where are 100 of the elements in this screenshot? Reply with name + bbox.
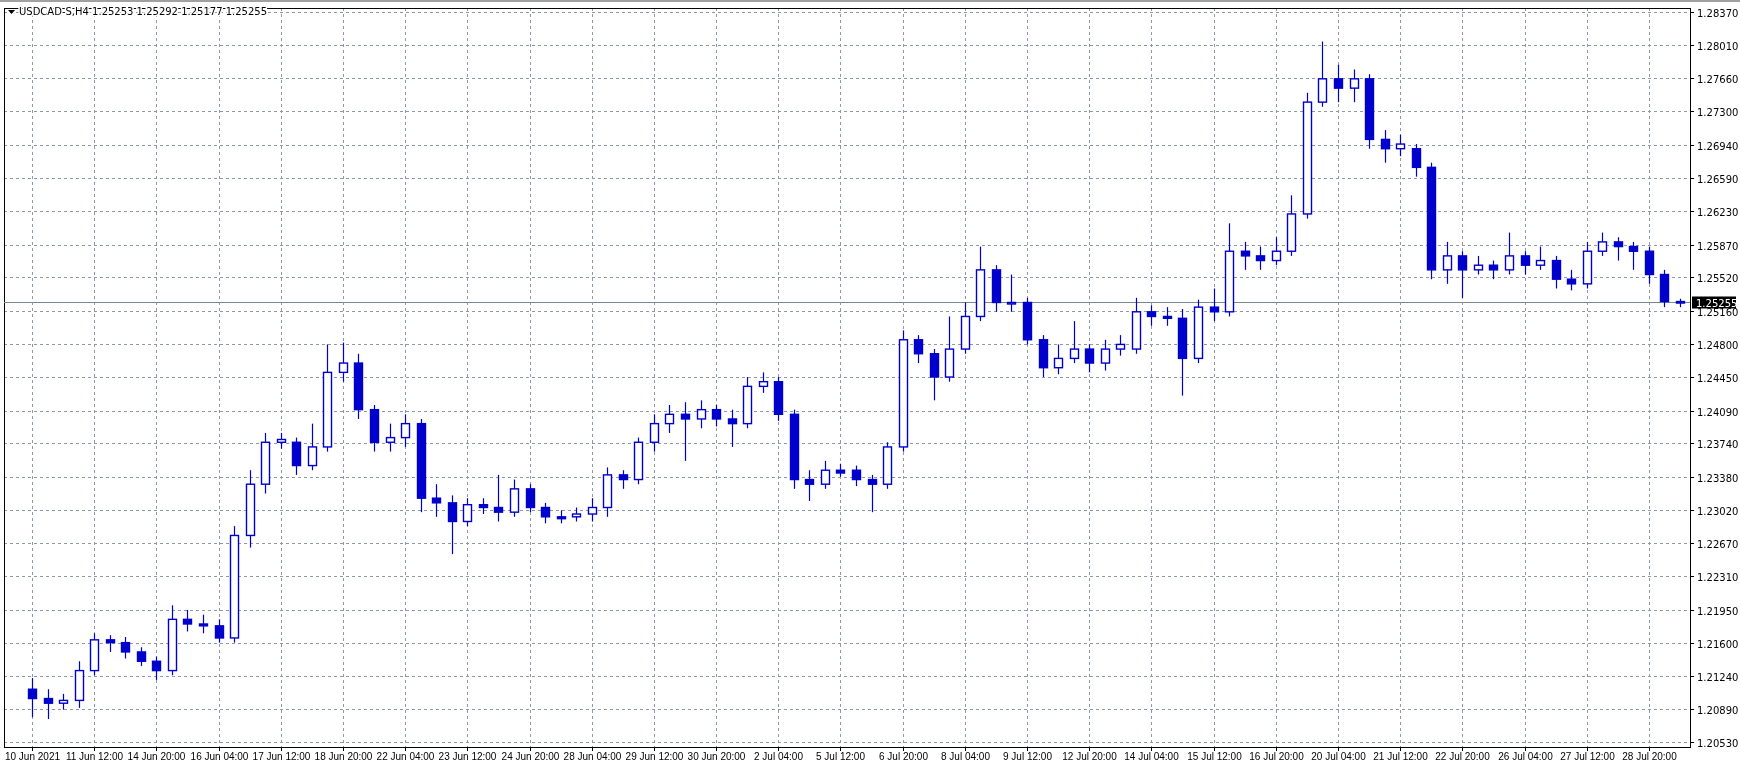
candlestick — [1380, 129, 1391, 164]
candlestick — [1209, 287, 1220, 322]
axis-label: 12 Jul 20:00 — [1062, 751, 1117, 762]
candlestick — [74, 660, 85, 709]
candlestick — [1659, 269, 1670, 308]
axis-label: 18 Jun 20:00 — [314, 751, 373, 762]
axis-label: 1.23020 — [1697, 505, 1739, 517]
candlestick — [198, 614, 209, 634]
candlestick — [369, 404, 380, 453]
candlestick — [711, 404, 722, 428]
candlestick — [525, 483, 536, 513]
axis-label: 1.25160 — [1697, 306, 1739, 318]
candlestick — [602, 466, 613, 518]
candlestick — [1395, 134, 1406, 157]
axis-label: 1.21950 — [1697, 605, 1739, 617]
candlestick — [58, 693, 69, 711]
candlestick — [556, 509, 567, 524]
candlestick — [1022, 297, 1033, 346]
axis-label: 16 Jul 20:00 — [1249, 751, 1304, 762]
axis-label: 1.23380 — [1697, 472, 1739, 484]
axis-label: 23 Jun 12:00 — [438, 751, 497, 762]
candlestick — [27, 677, 38, 718]
candlestick — [1582, 241, 1593, 290]
candlestick — [1551, 255, 1562, 290]
candlestick — [727, 409, 738, 448]
axis-label: 1.23740 — [1697, 438, 1739, 450]
candlestick — [1675, 298, 1686, 308]
candlestick — [571, 506, 582, 523]
candlestick — [1520, 250, 1531, 276]
candlestick — [882, 441, 893, 490]
axis-label: 1.27660 — [1697, 73, 1739, 85]
candlestick — [1162, 306, 1173, 327]
candlestick — [618, 469, 629, 490]
candlestick — [214, 618, 225, 644]
candlestick — [136, 646, 147, 667]
candlestick — [649, 413, 660, 453]
axis-label: 29 Jun 12:00 — [625, 751, 684, 762]
candlestick — [540, 502, 551, 524]
candlestick — [1488, 259, 1499, 280]
candlestick — [587, 497, 598, 523]
axis-label: 1.26590 — [1697, 173, 1739, 185]
candlestick — [1535, 245, 1546, 271]
candlestick — [1100, 339, 1111, 372]
axis-label: 1.21240 — [1697, 671, 1739, 683]
candlestick — [960, 301, 971, 355]
candlestick — [696, 399, 707, 429]
candlestick — [1193, 299, 1204, 364]
candlestick — [633, 437, 644, 485]
axis-label: 1.24090 — [1697, 406, 1739, 418]
candlestick — [820, 460, 831, 490]
axis-label: 17 Jun 12:00 — [252, 751, 311, 762]
axis-label: 28 Jun 04:00 — [563, 751, 622, 762]
candlestick — [1115, 334, 1126, 357]
candlestick — [1628, 241, 1639, 271]
triangle-icon[interactable] — [8, 10, 15, 14]
axis-label: 2 Jul 04:00 — [754, 751, 803, 762]
candlestick — [867, 474, 878, 513]
axis-label: 1.22670 — [1697, 538, 1739, 550]
axis-label: 22 Jun 04:00 — [376, 751, 435, 762]
candlestick — [1038, 334, 1049, 378]
candlestick — [120, 636, 131, 660]
axis-label: 1.25520 — [1697, 272, 1739, 284]
candlestick — [1053, 343, 1064, 375]
candlestick — [742, 376, 753, 429]
axis-label: 22 Jul 20:00 — [1435, 751, 1490, 762]
axis-label: 1.28010 — [1697, 40, 1739, 52]
axis-label: 9 Jul 12:00 — [1003, 751, 1052, 762]
axis-label: 1.20530 — [1697, 737, 1739, 749]
axis-label: 1.28370 — [1697, 7, 1739, 19]
axis-label: 1.21600 — [1697, 638, 1739, 650]
candlestick — [151, 656, 162, 681]
candlestick — [260, 432, 271, 495]
candlestick — [1006, 273, 1017, 313]
axis-label: 16 Jun 04:00 — [190, 751, 249, 762]
candlestick — [291, 437, 302, 476]
candlestick — [43, 688, 54, 720]
candlestick — [835, 463, 846, 478]
candlestick — [1317, 40, 1328, 108]
axis-label: 11 Jun 12:00 — [65, 751, 124, 762]
axis-label: 1.22310 — [1697, 571, 1739, 583]
candlestick — [1566, 269, 1577, 291]
axis-label: 27 Jul 12:00 — [1560, 751, 1615, 762]
candlestick — [664, 404, 675, 434]
candlestick — [307, 423, 318, 471]
candlestick — [1613, 236, 1624, 262]
price-tag: 1.25255 — [1692, 296, 1738, 309]
ref-line-label: 1.25255 — [1696, 297, 1738, 309]
candlestick — [493, 474, 504, 523]
candlestick — [1644, 245, 1655, 285]
axis-label: 28 Jul 20:00 — [1622, 751, 1677, 762]
candlestick — [1084, 343, 1095, 373]
candlestick — [1504, 232, 1515, 276]
candlestick — [338, 341, 349, 383]
candlestick — [1069, 320, 1080, 364]
candlestick — [1146, 304, 1157, 327]
axis-label: 26 Jul 04:00 — [1498, 751, 1553, 762]
candlestick — [929, 348, 940, 401]
candlestick — [89, 632, 100, 676]
candlestick — [1411, 143, 1422, 178]
candlestick — [447, 494, 458, 555]
